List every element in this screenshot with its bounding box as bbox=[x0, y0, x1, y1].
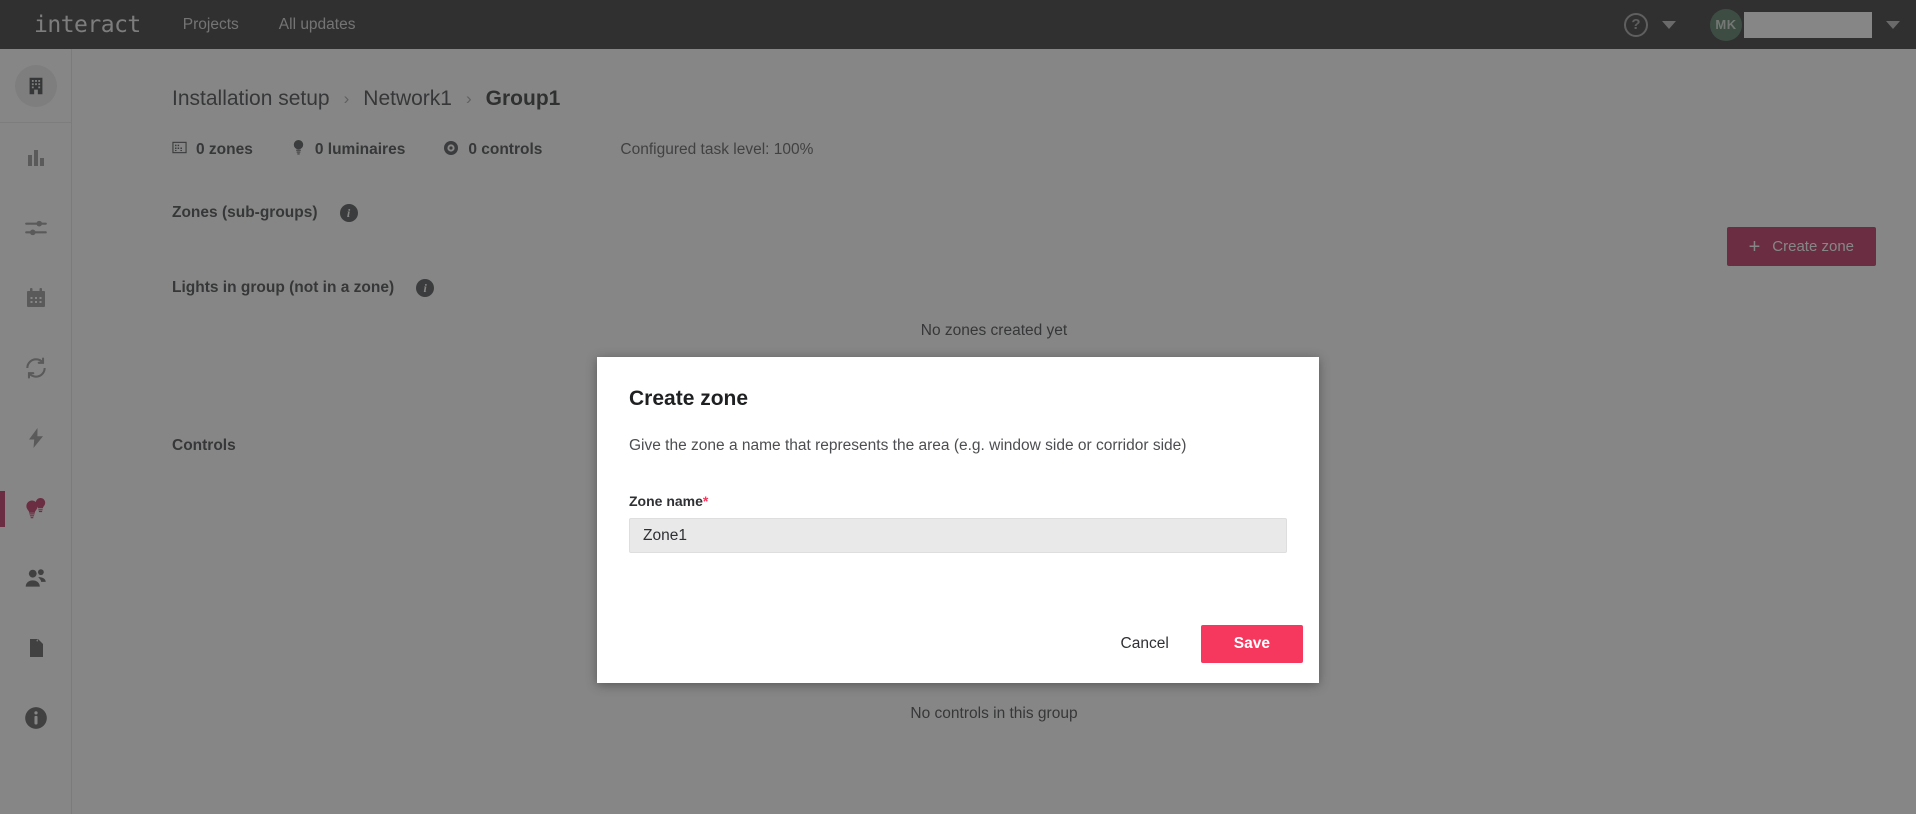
save-button[interactable]: Save bbox=[1200, 625, 1303, 663]
required-asterisk: * bbox=[702, 493, 709, 509]
dialog-description: Give the zone a name that represents the… bbox=[629, 437, 1187, 454]
dialog-actions: Cancel Save bbox=[1101, 625, 1303, 663]
cancel-button[interactable]: Cancel bbox=[1101, 625, 1189, 663]
create-zone-dialog: Create zone Give the zone a name that re… bbox=[597, 357, 1319, 683]
zone-name-label-text: Zone name bbox=[629, 493, 703, 509]
zone-name-label: Zone name* bbox=[597, 455, 1319, 509]
zone-name-input[interactable] bbox=[629, 518, 1287, 553]
dialog-title: Create zone bbox=[629, 387, 749, 410]
